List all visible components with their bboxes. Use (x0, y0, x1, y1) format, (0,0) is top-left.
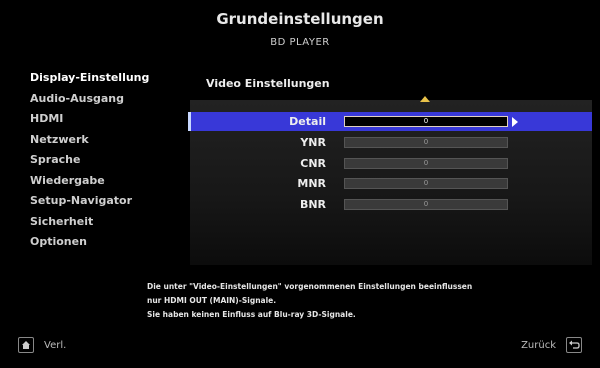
info-text: Die unter "Video-Einstellungen" vorgenom… (147, 280, 472, 322)
chevron-right-icon[interactable] (512, 117, 518, 127)
setting-row-detail[interactable]: Detail 0 (188, 112, 592, 131)
sidebar-item-wiedergabe[interactable]: Wiedergabe (30, 171, 180, 192)
setting-label: Detail (289, 115, 326, 128)
setting-label: BNR (299, 197, 326, 211)
page-title: Grundeinstellungen (216, 10, 384, 28)
setting-value: 0 (423, 117, 429, 125)
home-button[interactable]: Verl. (18, 337, 66, 353)
sidebar-item-audio-ausgang[interactable]: Audio-Ausgang (30, 89, 180, 110)
sidebar-item-display-einstellung[interactable]: Display-Einstellung (30, 68, 180, 89)
info-line-3: Sie haben keinen Einfluss auf Blu-ray 3D… (147, 310, 356, 319)
setting-row-bnr[interactable]: BNR 0 (190, 195, 592, 214)
setting-value: 0 (423, 158, 429, 167)
sidebar-menu: Display-Einstellung Audio-Ausgang HDMI N… (30, 68, 180, 253)
back-button[interactable]: Zurück (521, 337, 582, 353)
setting-row-mnr[interactable]: MNR 0 (190, 174, 592, 193)
setting-row-ynr[interactable]: YNR 0 (190, 133, 592, 152)
setting-label: MNR (297, 177, 326, 190)
info-line-1: Die unter "Video-Einstellungen" vorgenom… (147, 282, 473, 291)
home-icon (18, 337, 34, 353)
setting-value: 0 (423, 138, 429, 146)
sidebar-item-hdmi[interactable]: HDMI (30, 109, 180, 130)
setting-value: 0 (423, 179, 429, 187)
sidebar-item-netzwerk[interactable]: Netzwerk (30, 130, 180, 151)
selection-marker (188, 112, 191, 131)
sidebar-item-setup-navigator[interactable]: Setup-Navigator (30, 191, 180, 212)
sidebar-item-sprache[interactable]: Sprache (30, 150, 180, 171)
return-icon (566, 337, 582, 353)
setting-value: 0 (423, 199, 429, 208)
home-label: Verl. (44, 339, 67, 351)
info-line-2: nur HDMI OUT (MAIN)-Signale. (147, 296, 277, 305)
setting-label: CNR (300, 156, 326, 170)
sidebar-item-sicherheit[interactable]: Sicherheit (30, 212, 180, 233)
sidebar-item-optionen[interactable]: Optionen (30, 232, 180, 253)
scroll-up-icon[interactable] (420, 96, 430, 102)
section-title: Video Einstellungen (206, 77, 330, 90)
back-label: Zurück (521, 339, 556, 351)
setting-label: YNR (300, 136, 326, 149)
page-subtitle: BD PLAYER (270, 37, 330, 48)
setting-row-cnr[interactable]: CNR 0 (190, 154, 592, 173)
